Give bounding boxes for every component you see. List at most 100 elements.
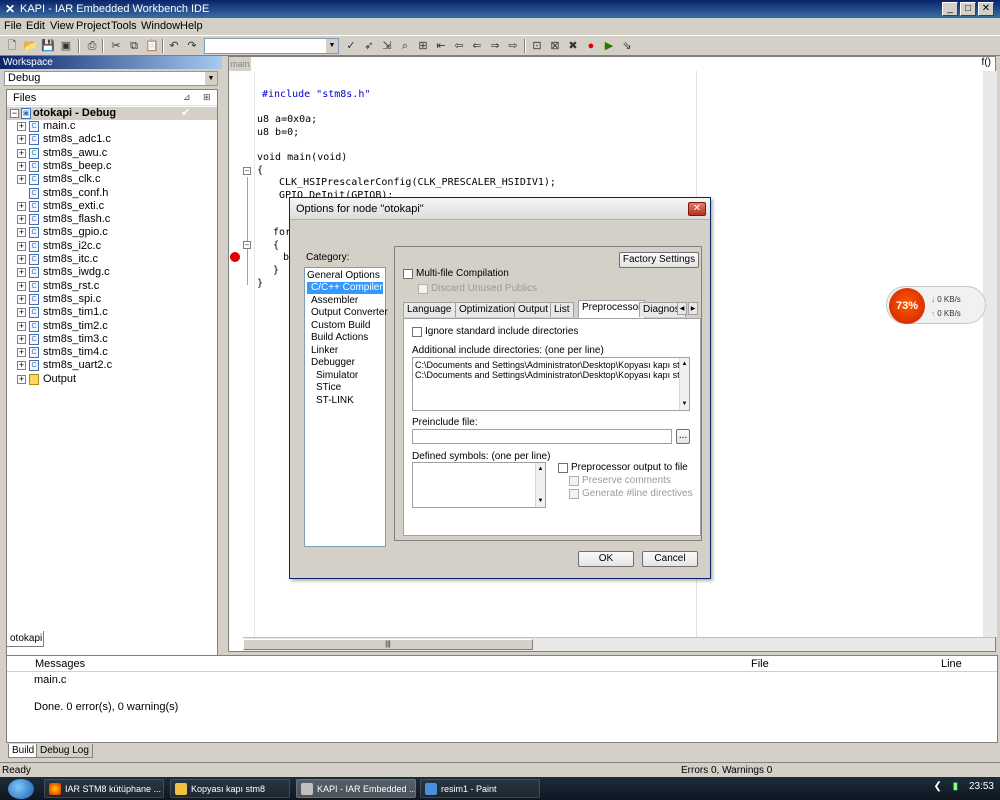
tree-file-item[interactable]: + Cstm8s_beep.c (7, 160, 217, 173)
tree-file-item[interactable]: + Cstm8s_tim4.c (7, 346, 217, 359)
new-file-icon[interactable]: 🗋 (4, 38, 20, 54)
expand-icon[interactable]: + (17, 308, 26, 318)
tree-file-item[interactable]: + Cstm8s_gpio.c (7, 226, 217, 239)
category-debugger[interactable]: Debugger (311, 357, 355, 369)
replace-icon[interactable]: ⊞ (415, 38, 431, 54)
collapse-icon[interactable]: − (10, 109, 19, 118)
toggle-bookmark-icon[interactable]: ✓ (343, 38, 359, 54)
workspace-tab[interactable]: otokapi (6, 631, 44, 647)
fold-toggle-icon[interactable]: − (243, 167, 251, 175)
multifile-checkbox[interactable] (403, 269, 413, 279)
expand-icon[interactable]: + (17, 268, 26, 278)
taskbar-item[interactable]: IAR STM8 kütüphane ... (44, 779, 164, 798)
tab-list[interactable]: List (550, 302, 574, 317)
menu-edit[interactable]: Edit (26, 20, 45, 32)
expand-icon[interactable]: + (17, 361, 26, 371)
open-folder-icon[interactable]: 📂 (22, 38, 38, 54)
tab-build[interactable]: Build (8, 744, 39, 758)
navigate-back-icon[interactable]: ⇤ (433, 38, 449, 54)
copy-icon[interactable]: ⧉ (126, 38, 142, 54)
expand-icon[interactable]: + (17, 215, 26, 225)
file-column-header[interactable]: File (751, 658, 769, 670)
expand-icon[interactable]: + (17, 135, 26, 145)
make-icon[interactable]: ⊠ (547, 38, 563, 54)
expand-icon[interactable]: + (17, 161, 26, 171)
scroll-down-icon[interactable]: ▼ (536, 496, 545, 506)
paste-icon[interactable]: 📋 (144, 38, 160, 54)
textarea-scrollbar[interactable]: ▲ ▼ (679, 358, 689, 410)
ignore-std-checkbox[interactable] (412, 327, 422, 337)
taskbar-item[interactable]: Kopyası kapı stm8 (170, 779, 290, 798)
stop-build-icon[interactable]: ✖ (565, 38, 581, 54)
tab-scroll-left-icon[interactable]: ◀ (677, 302, 687, 315)
preserve-comments-checkbox[interactable] (569, 476, 579, 486)
expand-icon[interactable]: + (17, 255, 26, 264)
tree-file-item[interactable]: Cstm8s_conf.h (7, 187, 217, 200)
textarea-scrollbar[interactable]: ▲ ▼ (535, 463, 545, 507)
category-assembler[interactable]: Assembler (311, 295, 358, 307)
category-build-actions[interactable]: Build Actions (311, 332, 368, 344)
message-row[interactable]: Done. 0 error(s), 0 warning(s) (34, 701, 178, 713)
tree-file-item[interactable]: + Cstm8s_adc1.c (7, 133, 217, 146)
taskbar-item[interactable]: resim1 - Paint (420, 779, 540, 798)
category-simulator[interactable]: Simulator (316, 370, 358, 382)
line-column-header[interactable]: Line (941, 658, 962, 670)
tree-file-item[interactable]: + Cstm8s_awu.c (7, 147, 217, 160)
tree-file-item[interactable]: + Cmain.c (7, 120, 217, 133)
redo-icon[interactable]: ↷ (184, 38, 200, 54)
save-all-icon[interactable]: ▣ (58, 38, 74, 54)
expand-icon[interactable]: + (17, 348, 26, 358)
close-button[interactable]: ✕ (978, 2, 994, 16)
goto-icon[interactable]: ⇲ (379, 38, 395, 54)
next-bookmark-icon[interactable]: ➶ (361, 38, 377, 54)
scrollbar-thumb[interactable]: ||| (243, 639, 533, 650)
clock[interactable]: 23:53 (969, 781, 994, 792)
tree-file-item[interactable]: + Cstm8s_uart2.c (7, 359, 217, 372)
navigate-forward-icon[interactable]: ⇦ (451, 38, 467, 54)
expand-icon[interactable]: + (17, 241, 26, 251)
expand-icon[interactable]: + (17, 201, 26, 211)
tree-file-item[interactable]: + Cstm8s_spi.c (7, 293, 217, 306)
category-custom-build[interactable]: Custom Build (311, 320, 370, 332)
fold-toggle-icon[interactable]: − (243, 241, 251, 249)
debug-icon[interactable]: ▶ (601, 38, 617, 54)
find-combo[interactable]: ▼ (204, 38, 339, 54)
chevron-down-icon[interactable]: ▼ (326, 39, 338, 53)
undo-icon[interactable]: ↶ (166, 38, 182, 54)
chevron-left-icon[interactable]: ❮ (934, 781, 942, 792)
cut-icon[interactable]: ✂ (108, 38, 124, 54)
start-button[interactable] (8, 779, 34, 799)
menu-tools[interactable]: Tools (111, 20, 137, 32)
category-stice[interactable]: STice (316, 382, 341, 394)
scroll-up-icon[interactable]: ▲ (680, 359, 689, 369)
taskbar-item[interactable]: KAPI - IAR Embedded ... (296, 779, 416, 798)
compile-icon[interactable]: ⊡ (529, 38, 545, 54)
tree-root-project[interactable]: − ▣ otokapi - Debug ✔ (7, 107, 217, 120)
tree-file-item[interactable]: + Cstm8s_rst.c (7, 280, 217, 293)
tree-file-item[interactable]: + Cstm8s_iwdg.c (7, 266, 217, 279)
tree-file-item[interactable]: + Cstm8s_tim1.c (7, 306, 217, 319)
breakpoint-icon[interactable]: ● (583, 38, 599, 54)
tree-file-item[interactable]: + Cstm8s_flash.c (7, 213, 217, 226)
scroll-up-icon[interactable]: ▲ (536, 464, 545, 474)
minimize-button[interactable]: _ (942, 2, 958, 16)
browse-button[interactable]: ... (676, 429, 690, 444)
tree-file-item[interactable]: + Output (7, 373, 217, 386)
menu-help[interactable]: Help (180, 20, 203, 32)
chevron-down-icon[interactable]: ▼ (205, 72, 217, 85)
expand-icon[interactable]: + (17, 122, 26, 131)
category-list[interactable]: General Options C/C++ Compiler Assembler… (304, 267, 388, 547)
download-debug-icon[interactable]: ⇘ (619, 38, 635, 54)
arrow-icon[interactable]: ⇐ (469, 38, 485, 54)
tab-debug-log[interactable]: Debug Log (36, 744, 93, 758)
menu-file[interactable]: File (4, 20, 22, 32)
tab-preprocessor[interactable]: Preprocessor (578, 300, 646, 318)
ok-button[interactable]: OK (578, 551, 634, 567)
network-icon[interactable]: ▮ (953, 781, 959, 792)
tree-file-item[interactable]: + Cstm8s_exti.c (7, 200, 217, 213)
save-icon[interactable]: 💾 (40, 38, 56, 54)
tab-scroll-right-icon[interactable]: ▶ (688, 302, 698, 315)
category-general-options[interactable]: General Options (307, 270, 380, 282)
tree-file-item[interactable]: + Cstm8s_tim2.c (7, 320, 217, 333)
expand-icon[interactable]: + (17, 175, 26, 185)
